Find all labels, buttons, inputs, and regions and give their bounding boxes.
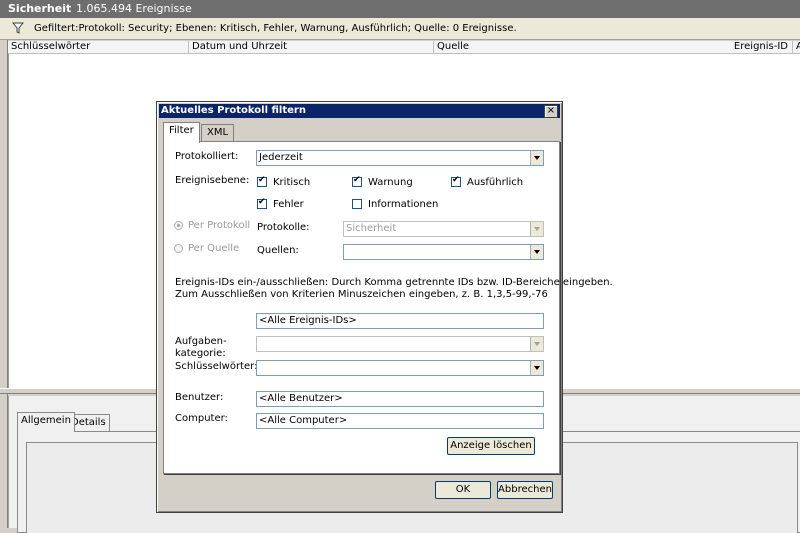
close-button[interactable]: ×: [544, 105, 558, 118]
logged-dropdown[interactable]: Jederzeit: [256, 150, 544, 166]
column-header-keywords[interactable]: Schlüsselwörter: [8, 41, 189, 54]
logs-label: Protokolle:: [257, 222, 310, 233]
computer-label: Computer:: [175, 413, 228, 424]
tab-filter[interactable]: Filter: [163, 122, 200, 143]
event-level-label: Ereignisebene:: [175, 175, 250, 186]
sources-label: Quellen:: [257, 245, 299, 256]
tab-xml[interactable]: XML: [201, 124, 235, 142]
chevron-down-icon[interactable]: [530, 245, 543, 259]
checkbox-verbose-label[interactable]: Ausführlich: [467, 177, 523, 189]
task-category-label-line1: Aufgaben-: [175, 336, 227, 347]
checkbox-error[interactable]: [257, 197, 267, 209]
user-input[interactable]: <Alle Benutzer>: [256, 391, 544, 407]
checkbox-information[interactable]: [352, 199, 362, 209]
chevron-down-icon[interactable]: [530, 222, 543, 236]
dialog-title-bar[interactable]: Aktuelles Protokoll filtern ×: [159, 104, 560, 118]
radio-per-log[interactable]: [174, 221, 183, 230]
computer-input[interactable]: <Alle Computer>: [256, 413, 544, 429]
ok-button[interactable]: OK: [435, 481, 491, 499]
event-list-header: Schlüsselwörter Datum und Uhrzeit Quelle…: [8, 41, 800, 54]
task-category-dropdown[interactable]: [256, 336, 544, 352]
checkbox-verbose[interactable]: [451, 175, 461, 187]
checkbox-warning[interactable]: [352, 175, 362, 187]
logs-value: Sicherheit: [346, 223, 397, 234]
close-icon: ×: [546, 105, 556, 116]
event-ids-help-line2: Zum Ausschließen von Kriterien Minuszeic…: [175, 289, 548, 300]
radio-per-source[interactable]: [174, 244, 183, 253]
event-ids-help-line1: Ereignis-IDs ein-/ausschließen: Durch Ko…: [175, 277, 613, 288]
task-category-label-line2: kategorie:: [175, 348, 226, 359]
checkbox-critical-label[interactable]: Kritisch: [273, 177, 310, 189]
clear-button[interactable]: Anzeige löschen: [447, 437, 535, 455]
checkbox-error-label[interactable]: Fehler: [273, 199, 304, 211]
filter-status-text: Gefiltert:Protokoll: Security; Ebenen: K…: [34, 23, 517, 34]
checkbox-critical[interactable]: [257, 175, 267, 187]
logged-value: Jederzeit: [259, 152, 303, 163]
checkbox-information-label[interactable]: Informationen: [368, 199, 438, 211]
chevron-down-icon[interactable]: [530, 361, 543, 375]
filter-status-bar: Gefiltert:Protokoll: Security; Ebenen: K…: [0, 18, 800, 40]
logged-label: Protokolliert:: [175, 151, 239, 162]
checkbox-warning-label[interactable]: Warnung: [368, 177, 413, 189]
left-pane-edge: [0, 40, 8, 528]
chevron-down-icon[interactable]: [530, 337, 543, 351]
column-header-date-time[interactable]: Datum und Uhrzeit: [189, 41, 434, 54]
sources-dropdown[interactable]: [343, 244, 544, 260]
cancel-button[interactable]: Abbrechen: [497, 481, 553, 499]
filter-tab-panel: Protokolliert: Jederzeit Ereignisebene: …: [163, 141, 613, 474]
column-header-more[interactable]: A: [793, 41, 800, 54]
column-header-event-id[interactable]: Ereignis-ID: [724, 41, 793, 54]
user-label: Benutzer:: [175, 392, 224, 403]
chevron-down-icon[interactable]: [530, 151, 543, 165]
keywords-label: Schlüsselwörter:: [175, 361, 258, 372]
log-name: Sicherheit: [8, 2, 72, 15]
log-header-bar: Sicherheit 1.065.494 Ereignisse: [0, 0, 800, 18]
logs-dropdown[interactable]: Sicherheit: [343, 221, 544, 237]
radio-per-log-label[interactable]: Per Protokoll: [188, 220, 250, 232]
tab-general[interactable]: Allgemein: [17, 412, 75, 432]
event-ids-input[interactable]: <Alle Ereignis-IDs>: [256, 313, 544, 329]
dialog-title: Aktuelles Protokoll filtern: [161, 105, 306, 116]
event-count: 1.065.494 Ereignisse: [76, 2, 192, 15]
keywords-dropdown[interactable]: [256, 360, 544, 376]
funnel-icon: [12, 22, 24, 34]
radio-per-source-label[interactable]: Per Quelle: [188, 243, 239, 255]
filter-dialog: Aktuelles Protokoll filtern × Filter XML…: [156, 101, 613, 513]
